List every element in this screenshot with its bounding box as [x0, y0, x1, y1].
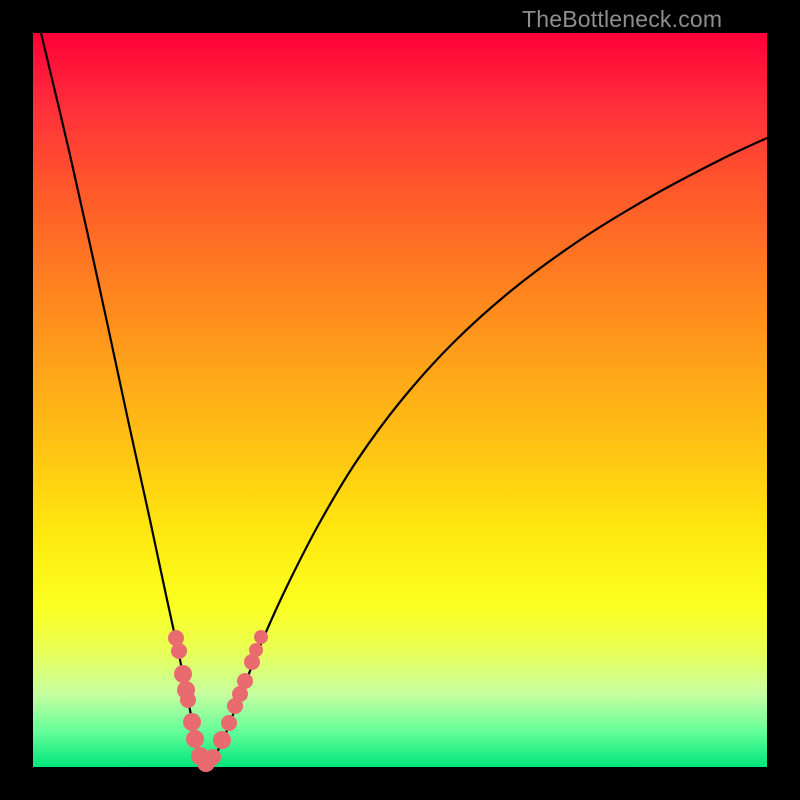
chart-frame: TheBottleneck.com	[0, 0, 800, 800]
marker-dot	[221, 715, 237, 731]
marker-dot	[171, 643, 187, 659]
marker-dot	[180, 692, 196, 708]
marker-dot	[183, 713, 201, 731]
marker-dot	[237, 673, 253, 689]
bottleneck-curve	[41, 33, 767, 765]
marker-dot	[213, 731, 231, 749]
marker-dot	[249, 643, 263, 657]
chart-svg	[0, 0, 800, 800]
marker-dot	[186, 730, 204, 748]
marker-dot	[174, 665, 192, 683]
marker-dot	[254, 630, 268, 644]
marker-dot	[205, 749, 221, 765]
